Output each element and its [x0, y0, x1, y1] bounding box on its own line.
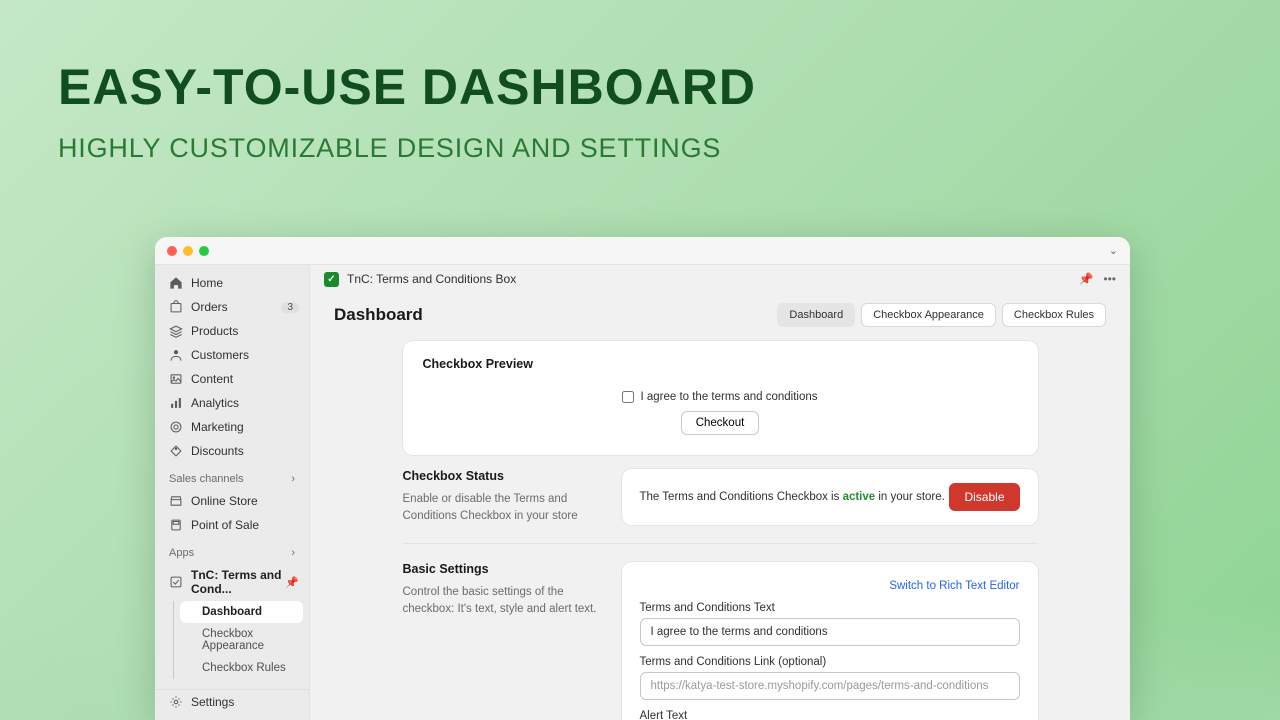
- marketing-icon: [169, 420, 183, 434]
- tab-rules[interactable]: Checkbox Rules: [1002, 303, 1106, 327]
- sidebar-label: Checkbox Rules: [202, 662, 286, 674]
- sidebar-label: Customers: [191, 348, 249, 362]
- preview-card: Checkbox Preview I agree to the terms an…: [403, 341, 1038, 455]
- tab-dashboard[interactable]: Dashboard: [777, 303, 855, 327]
- customers-icon: [169, 348, 183, 362]
- sidebar-label: Marketing: [191, 420, 244, 434]
- sidebar-item-content[interactable]: Content: [155, 367, 309, 391]
- preview-checkbox-row[interactable]: I agree to the terms and conditions: [622, 391, 817, 403]
- discounts-icon: [169, 444, 183, 458]
- preview-heading: Checkbox Preview: [423, 357, 1018, 371]
- sidebar-label: Discounts: [191, 444, 244, 458]
- app-window: ⌄ Home Orders 3 Products Customers: [155, 237, 1130, 720]
- page-title: Dashboard: [334, 305, 423, 325]
- section-label: Apps: [169, 547, 194, 559]
- sidebar-label: Dashboard: [202, 606, 262, 618]
- pin-icon[interactable]: 📌: [1078, 272, 1093, 286]
- switch-editor-link[interactable]: Switch to Rich Text Editor: [889, 580, 1019, 592]
- home-icon: [169, 276, 183, 290]
- sidebar-section-sales[interactable]: Sales channels ›: [155, 463, 309, 489]
- sidebar-item-orders[interactable]: Orders 3: [155, 295, 309, 319]
- status-text: The Terms and Conditions Checkbox is act…: [640, 491, 945, 503]
- sidebar-label: Orders: [191, 300, 228, 314]
- orders-icon: [169, 300, 183, 314]
- status-heading: Checkbox Status: [403, 469, 598, 483]
- chevron-down-icon[interactable]: ⌄: [1109, 244, 1118, 257]
- tc-text-label: Terms and Conditions Text: [640, 602, 1020, 614]
- checkout-button[interactable]: Checkout: [681, 411, 760, 435]
- sidebar-item-online-store[interactable]: Online Store: [155, 489, 309, 513]
- sidebar-label: Home: [191, 276, 223, 290]
- chevron-right-icon: ›: [291, 473, 295, 485]
- sidebar-label: Online Store: [191, 494, 258, 508]
- segmented-tabs: Dashboard Checkbox Appearance Checkbox R…: [777, 303, 1106, 327]
- agree-label: I agree to the terms and conditions: [640, 391, 817, 403]
- sidebar-label: Point of Sale: [191, 518, 259, 532]
- basic-form-card: Switch to Rich Text Editor Terms and Con…: [622, 562, 1038, 720]
- agree-checkbox[interactable]: [622, 391, 634, 403]
- sidebar-item-home[interactable]: Home: [155, 271, 309, 295]
- analytics-icon: [169, 396, 183, 410]
- sidebar-sub-dashboard[interactable]: Dashboard: [180, 601, 303, 623]
- tc-text-input[interactable]: [640, 618, 1020, 646]
- sidebar-label: Analytics: [191, 396, 239, 410]
- section-label: Sales channels: [169, 473, 244, 485]
- basic-section: Basic Settings Control the basic setting…: [403, 562, 1038, 720]
- checkbox-icon: [169, 575, 183, 589]
- hero-title: EASY-TO-USE DASHBOARD: [58, 60, 1222, 115]
- sidebar-item-tnc-app[interactable]: TnC: Terms and Cond... 📌: [155, 563, 309, 601]
- sidebar-label: Products: [191, 324, 238, 338]
- sidebar-item-discounts[interactable]: Discounts: [155, 439, 309, 463]
- sidebar-item-products[interactable]: Products: [155, 319, 309, 343]
- gear-icon: [169, 695, 183, 709]
- tc-link-label: Terms and Conditions Link (optional): [640, 656, 1020, 668]
- pos-icon: [169, 518, 183, 532]
- alert-text-label: Alert Text: [640, 710, 1020, 720]
- sidebar-sub-rules[interactable]: Checkbox Rules: [174, 657, 309, 679]
- maximize-dot[interactable]: [199, 246, 209, 256]
- minimize-dot[interactable]: [183, 246, 193, 256]
- status-card: The Terms and Conditions Checkbox is act…: [622, 469, 1038, 525]
- sidebar-label: Content: [191, 372, 233, 386]
- sidebar-item-analytics[interactable]: Analytics: [155, 391, 309, 415]
- chevron-right-icon: ›: [291, 547, 295, 559]
- sidebar: Home Orders 3 Products Customers Content: [155, 265, 310, 720]
- sidebar-item-customers[interactable]: Customers: [155, 343, 309, 367]
- tc-link-input[interactable]: [640, 672, 1020, 700]
- orders-badge: 3: [281, 302, 299, 313]
- sidebar-sub-appearance[interactable]: Checkbox Appearance: [174, 623, 309, 657]
- sidebar-label: Checkbox Appearance: [202, 628, 295, 652]
- sidebar-item-marketing[interactable]: Marketing: [155, 415, 309, 439]
- window-titlebar: ⌄: [155, 237, 1130, 265]
- store-icon: [169, 494, 183, 508]
- tab-appearance[interactable]: Checkbox Appearance: [861, 303, 996, 327]
- sidebar-item-pos[interactable]: Point of Sale: [155, 513, 309, 537]
- app-icon: ✓: [324, 272, 339, 287]
- content-icon: [169, 372, 183, 386]
- products-icon: [169, 324, 183, 338]
- basic-desc: Control the basic settings of the checkb…: [403, 584, 598, 617]
- sidebar-label: Settings: [191, 695, 234, 709]
- status-section: Checkbox Status Enable or disable the Te…: [403, 469, 1038, 525]
- status-desc: Enable or disable the Terms and Conditio…: [403, 491, 598, 524]
- disable-button[interactable]: Disable: [949, 483, 1019, 511]
- sidebar-section-apps[interactable]: Apps ›: [155, 537, 309, 563]
- hero-subtitle: HIGHLY CUSTOMIZABLE DESIGN AND SETTINGS: [58, 133, 1222, 164]
- divider: [403, 543, 1038, 544]
- app-title: TnC: Terms and Conditions Box: [347, 272, 516, 286]
- close-dot[interactable]: [167, 246, 177, 256]
- sidebar-item-settings[interactable]: Settings: [155, 689, 309, 714]
- pin-icon[interactable]: 📌: [285, 576, 299, 589]
- sidebar-label: TnC: Terms and Cond...: [191, 568, 295, 596]
- basic-heading: Basic Settings: [403, 562, 598, 576]
- more-icon[interactable]: •••: [1103, 272, 1116, 286]
- app-header: ✓ TnC: Terms and Conditions Box 📌 •••: [310, 265, 1130, 293]
